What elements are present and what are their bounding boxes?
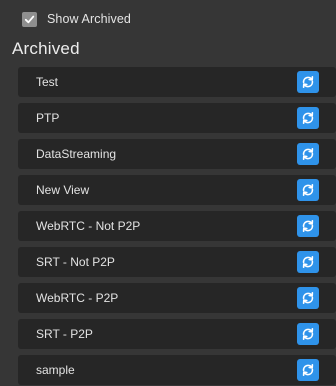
restore-button[interactable] xyxy=(297,107,319,129)
section-title: Archived xyxy=(12,39,80,58)
restore-button[interactable] xyxy=(297,215,319,237)
list-item[interactable]: Test xyxy=(18,67,336,97)
list-item[interactable]: WebRTC - P2P xyxy=(18,283,336,313)
list-item[interactable]: sample xyxy=(18,355,336,385)
list-item-label: DataStreaming xyxy=(36,147,117,161)
restore-icon xyxy=(302,364,314,376)
restore-button[interactable] xyxy=(297,251,319,273)
restore-icon xyxy=(302,148,314,160)
restore-button[interactable] xyxy=(297,143,319,165)
list-item[interactable]: WebRTC - Not P2P xyxy=(18,211,336,241)
show-archived-label: Show Archived xyxy=(47,12,131,26)
archived-list: Test PTP DataStreaming New View WebRTC -… xyxy=(18,67,336,386)
restore-icon xyxy=(302,184,314,196)
restore-button[interactable] xyxy=(297,287,319,309)
show-archived-toggle[interactable]: Show Archived xyxy=(22,10,131,28)
show-archived-checkbox[interactable] xyxy=(22,11,37,27)
list-item[interactable]: New View xyxy=(18,175,336,205)
restore-icon xyxy=(302,220,314,232)
list-item-label: sample xyxy=(36,363,75,377)
restore-button[interactable] xyxy=(297,179,319,201)
archived-panel: Show Archived Archived Test PTP DataStre… xyxy=(0,0,336,386)
list-item-label: SRT - Not P2P xyxy=(36,255,115,269)
restore-button[interactable] xyxy=(297,359,319,381)
restore-button[interactable] xyxy=(297,323,319,345)
list-item[interactable]: DataStreaming xyxy=(18,139,336,169)
list-item-label: Test xyxy=(36,75,59,89)
list-item-label: WebRTC - P2P xyxy=(36,291,119,305)
list-item[interactable]: SRT - Not P2P xyxy=(18,247,336,277)
list-item-label: New View xyxy=(36,183,90,197)
restore-icon xyxy=(302,76,314,88)
restore-icon xyxy=(302,328,314,340)
list-item[interactable]: SRT - P2P xyxy=(18,319,336,349)
list-item[interactable]: PTP xyxy=(18,103,336,133)
list-item-label: SRT - P2P xyxy=(36,327,93,341)
restore-button[interactable] xyxy=(297,71,319,93)
list-item-label: PTP xyxy=(36,111,60,125)
checkmark-icon xyxy=(24,15,35,23)
list-item-label: WebRTC - Not P2P xyxy=(36,219,141,233)
restore-icon xyxy=(302,112,314,124)
restore-icon xyxy=(302,292,314,304)
restore-icon xyxy=(302,256,314,268)
